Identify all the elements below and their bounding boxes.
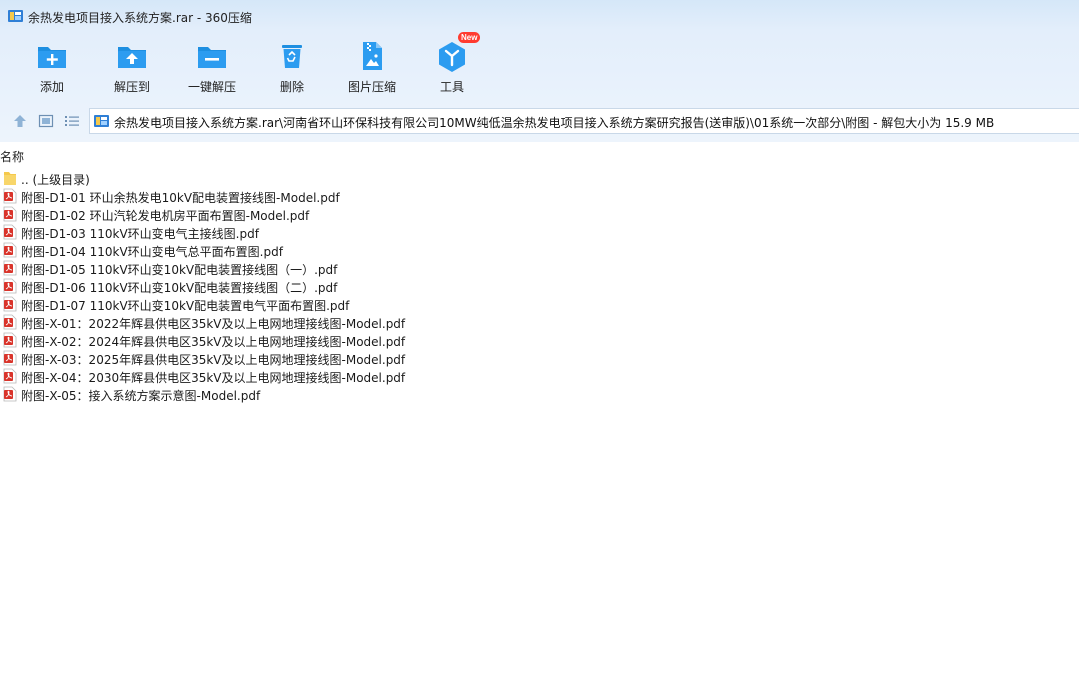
list-item[interactable]: 附图-D1-04 110kV环山变电气总平面布置图.pdf	[0, 241, 700, 259]
pdf-icon	[3, 224, 17, 240]
thumbnail-view-icon[interactable]	[38, 113, 54, 129]
extract-to-icon	[118, 47, 146, 68]
list-item[interactable]: 附图-D1-03 110kV环山变电气主接线图.pdf	[0, 223, 700, 241]
window-title: 余热发电项目接入系统方案.rar - 360压缩	[28, 11, 252, 25]
one-click-extract-button[interactable]: 一键解压	[180, 38, 244, 96]
pdf-icon	[3, 350, 17, 366]
archive-app-icon	[8, 10, 23, 22]
file-list: 名称 .. (上级目录) 附图-D1-01 环山余热发电10kV配电装置接线图-…	[0, 142, 1079, 699]
folder-icon	[4, 172, 16, 185]
list-item-name: 附图-D1-06 110kV环山变10kV配电装置接线图（二）.pdf	[21, 281, 338, 295]
list-item[interactable]: 附图-X-05：接入系统方案示意图-Model.pdf	[0, 385, 700, 403]
list-item-name: 附图-D1-05 110kV环山变10kV配电装置接线图（一）.pdf	[21, 263, 338, 277]
pdf-icon	[3, 386, 17, 402]
list-view-icon[interactable]	[64, 113, 80, 129]
image-compress-icon	[363, 42, 382, 70]
list-item-name: 附图-D1-04 110kV环山变电气总平面布置图.pdf	[21, 245, 283, 259]
delete-button[interactable]: 删除	[260, 38, 324, 96]
new-badge: New	[458, 32, 481, 43]
list-item[interactable]: 附图-X-01：2022年辉县供电区35kV及以上电网地理接线图-Model.p…	[0, 313, 700, 331]
delete-label: 删除	[279, 80, 304, 94]
list-item-name: 附图-D1-07 110kV环山变10kV配电装置电气平面布置图.pdf	[21, 299, 350, 313]
extract-to-button[interactable]: 解压到	[100, 38, 164, 96]
one-click-extract-icon	[198, 47, 226, 68]
list-item-name: 附图-X-02：2024年辉县供电区35kV及以上电网地理接线图-Model.p…	[21, 335, 406, 349]
column-header-name[interactable]: 名称	[0, 148, 24, 165]
list-item[interactable]: 附图-D1-05 110kV环山变10kV配电装置接线图（一）.pdf	[0, 259, 700, 277]
image-compress-label: 图片压缩	[347, 80, 396, 94]
one-click-extract-label: 一键解压	[187, 80, 236, 94]
list-item-parent[interactable]: .. (上级目录)	[0, 169, 700, 187]
pdf-icon	[3, 296, 17, 312]
pdf-icon	[3, 188, 17, 204]
list-item[interactable]: 附图-D1-06 110kV环山变10kV配电装置接线图（二）.pdf	[0, 277, 700, 295]
list-item[interactable]: 附图-D1-01 环山余热发电10kV配电装置接线图-Model.pdf	[0, 187, 700, 205]
list-item-name: 附图-D1-03 110kV环山变电气主接线图.pdf	[21, 227, 259, 241]
address-path: 余热发电项目接入系统方案.rar\河南省环山环保科技有限公司10MW纯低温余热发…	[114, 116, 995, 130]
title-bar: 余热发电项目接入系统方案.rar - 360压缩	[0, 0, 1079, 32]
pdf-icon	[3, 278, 17, 294]
list-item-name: 附图-X-03：2025年辉县供电区35kV及以上电网地理接线图-Model.p…	[21, 353, 406, 367]
list-item-name: 附图-X-05：接入系统方案示意图-Model.pdf	[21, 389, 261, 403]
pdf-icon	[3, 314, 17, 330]
archive-icon	[94, 115, 109, 127]
tools-button[interactable]: New 工具	[420, 32, 484, 96]
add-folder-icon	[38, 47, 66, 68]
add-button[interactable]: 添加	[20, 38, 84, 96]
tools-icon	[439, 42, 465, 72]
recycle-bin-icon	[282, 45, 302, 68]
pdf-icon	[3, 206, 17, 222]
pdf-icon	[3, 260, 17, 276]
pdf-icon	[3, 242, 17, 258]
top-area: 余热发电项目接入系统方案.rar - 360压缩 添加 解压到 一键解压 删除 …	[0, 0, 1079, 142]
pdf-icon	[3, 368, 17, 384]
add-label: 添加	[39, 80, 64, 94]
list-item-name: .. (上级目录)	[21, 173, 90, 187]
extract-to-label: 解压到	[113, 80, 150, 94]
list-item[interactable]: 附图-D1-07 110kV环山变10kV配电装置电气平面布置图.pdf	[0, 295, 700, 313]
list-item-name: 附图-D1-01 环山余热发电10kV配电装置接线图-Model.pdf	[21, 191, 340, 205]
pdf-icon	[3, 332, 17, 348]
list-item-name: 附图-X-04：2030年辉县供电区35kV及以上电网地理接线图-Model.p…	[21, 371, 406, 385]
list-item[interactable]: 附图-D1-02 环山汽轮发电机房平面布置图-Model.pdf	[0, 205, 700, 223]
list-item[interactable]: 附图-X-02：2024年辉县供电区35kV及以上电网地理接线图-Model.p…	[0, 331, 700, 349]
list-item[interactable]: 附图-X-03：2025年辉县供电区35kV及以上电网地理接线图-Model.p…	[0, 349, 700, 367]
address-bar[interactable]: 余热发电项目接入系统方案.rar\河南省环山环保科技有限公司10MW纯低温余热发…	[89, 108, 1079, 134]
tools-label: 工具	[439, 80, 464, 94]
list-item-name: 附图-X-01：2022年辉县供电区35kV及以上电网地理接线图-Model.p…	[21, 317, 406, 331]
image-compress-button[interactable]: 图片压缩	[340, 38, 404, 96]
list-item[interactable]: 附图-X-04：2030年辉县供电区35kV及以上电网地理接线图-Model.p…	[0, 367, 700, 385]
arrow-up-icon[interactable]	[12, 113, 28, 129]
list-item-name: 附图-D1-02 环山汽轮发电机房平面布置图-Model.pdf	[21, 209, 310, 223]
